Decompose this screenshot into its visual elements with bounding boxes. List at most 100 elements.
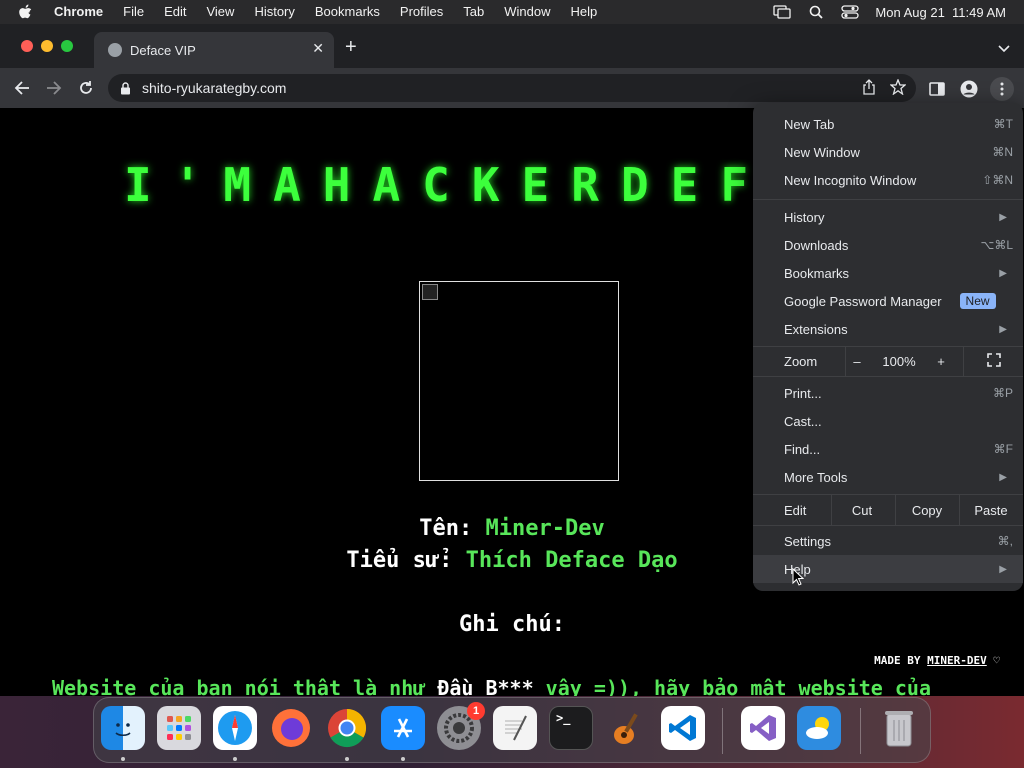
bookmark-star-icon[interactable]	[889, 78, 907, 98]
menubar-view[interactable]: View	[196, 0, 244, 24]
reload-icon[interactable]	[76, 78, 96, 98]
broken-image-frame	[419, 281, 619, 481]
terminal-icon[interactable]: >_	[549, 706, 593, 750]
side-panel-icon[interactable]	[926, 78, 948, 100]
notification-badge: 1	[467, 702, 485, 720]
menu-password-manager-label: Google Password Manager	[784, 293, 942, 309]
menu-separator	[753, 376, 1023, 377]
textedit-icon[interactable]	[493, 706, 537, 750]
running-indicator	[401, 757, 405, 761]
menu-downloads-label: Downloads	[784, 237, 849, 253]
forward-arrow-icon[interactable]	[44, 78, 64, 98]
message-start: Website của bạn nói thật là như	[52, 676, 438, 696]
firefox-icon[interactable]	[269, 706, 313, 750]
menubar-edit[interactable]: Edit	[154, 0, 196, 24]
submenu-arrow-icon: ▶	[999, 323, 1007, 335]
menu-find-shortcut: ⌘F	[993, 442, 1013, 456]
share-icon[interactable]	[862, 79, 876, 98]
profile-avatar-icon[interactable]	[958, 78, 980, 100]
address-bar[interactable]: shito-ryukarategby.com	[108, 74, 916, 102]
launchpad-icon[interactable]	[157, 706, 201, 750]
menu-new-incognito-window[interactable]: New Incognito Window ⇧⌘N	[753, 166, 1023, 194]
broken-image-icon	[422, 284, 438, 300]
back-arrow-icon[interactable]	[12, 78, 32, 98]
menubar-history[interactable]: History	[244, 0, 304, 24]
vscode-icon[interactable]	[661, 706, 705, 750]
tab-title: Deface VIP	[130, 42, 196, 58]
dock-separator	[860, 708, 861, 754]
trash-icon[interactable]	[877, 706, 921, 750]
new-tab-plus-icon[interactable]: +	[345, 37, 357, 57]
garageband-icon[interactable]	[605, 706, 649, 750]
menu-edit-row: Edit Cut Copy Paste	[753, 495, 1023, 525]
menubar-clock[interactable]: Mon Aug 21 11:49 AM	[875, 5, 1006, 20]
made-by-link[interactable]: MINER-DEV	[927, 654, 987, 667]
lock-icon[interactable]	[120, 81, 132, 95]
window-close-button[interactable]	[21, 40, 33, 52]
menubar-bookmarks[interactable]: Bookmarks	[305, 0, 390, 24]
tab-close-icon[interactable]: ✕	[312, 40, 324, 57]
running-indicator	[233, 757, 237, 761]
macos-dock: 1 >_	[93, 697, 931, 763]
running-indicator	[345, 757, 349, 761]
message-end: vậy =)), hãy bảo mật website của	[533, 676, 931, 696]
window-minimize-button[interactable]	[41, 40, 53, 52]
submenu-arrow-icon: ▶	[999, 563, 1007, 575]
menu-bookmarks[interactable]: Bookmarks ▶	[753, 259, 1023, 287]
menu-print-label: Print...	[784, 385, 822, 401]
menu-new-tab[interactable]: New Tab ⌘T	[753, 110, 1023, 138]
submenu-arrow-icon: ▶	[999, 471, 1007, 483]
finder-icon[interactable]	[101, 706, 145, 750]
menu-find[interactable]: Find... ⌘F	[753, 435, 1023, 463]
menu-new-window-shortcut: ⌘N	[992, 145, 1013, 159]
screen-mirroring-icon[interactable]	[773, 5, 792, 19]
menubar-file[interactable]: File	[113, 0, 154, 24]
visual-studio-icon[interactable]	[741, 706, 785, 750]
menu-cut-button[interactable]: Cut	[829, 503, 895, 518]
menu-edit-label: Edit	[784, 502, 807, 518]
menu-new-window[interactable]: New Window ⌘N	[753, 138, 1023, 166]
spotlight-search-icon[interactable]	[807, 5, 825, 19]
made-by-prefix: MADE BY	[874, 654, 928, 667]
menu-downloads-shortcut: ⌥⌘L	[980, 238, 1013, 252]
browser-tab-active[interactable]: Deface VIP ✕	[94, 32, 334, 68]
menu-cast[interactable]: Cast...	[753, 407, 1023, 435]
control-center-icon[interactable]	[841, 5, 860, 19]
zoom-in-button[interactable]: +	[929, 354, 953, 369]
menubar-help[interactable]: Help	[561, 0, 608, 24]
chrome-menu-kebab-icon[interactable]	[990, 77, 1014, 101]
window-zoom-button[interactable]	[61, 40, 73, 52]
url-text[interactable]: shito-ryukarategby.com	[142, 80, 286, 96]
tab-search-chevron-icon[interactable]	[998, 40, 1010, 58]
apple-icon[interactable]	[18, 4, 38, 20]
menu-separator	[753, 199, 1023, 200]
menu-print[interactable]: Print... ⌘P	[753, 379, 1023, 407]
fullscreen-icon[interactable]	[987, 353, 1001, 367]
weather-icon[interactable]	[797, 706, 841, 750]
menu-more-tools[interactable]: More Tools ▶	[753, 463, 1023, 491]
menu-extensions[interactable]: Extensions ▶	[753, 315, 1023, 343]
menubar-tab[interactable]: Tab	[453, 0, 494, 24]
safari-icon[interactable]	[213, 706, 257, 750]
menu-downloads[interactable]: Downloads ⌥⌘L	[753, 231, 1023, 259]
chrome-icon[interactable]	[325, 706, 369, 750]
app-store-icon[interactable]	[381, 706, 425, 750]
name-label: Tên:	[419, 516, 486, 541]
menu-password-manager[interactable]: Google Password Manager New	[753, 287, 1023, 315]
mouse-cursor-icon	[792, 568, 804, 586]
menu-paste-button[interactable]: Paste	[959, 503, 1023, 518]
menubar-profiles[interactable]: Profiles	[390, 0, 453, 24]
zoom-divider	[845, 346, 846, 376]
edit-divider	[831, 495, 832, 525]
system-settings-icon[interactable]: 1	[437, 702, 485, 750]
zoom-out-button[interactable]: –	[845, 354, 869, 369]
deface-message: Website của bạn nói thật là như Đầu B***…	[52, 676, 931, 696]
menubar-app-name[interactable]: Chrome	[44, 0, 113, 24]
menu-copy-button[interactable]: Copy	[895, 503, 959, 518]
menubar-window[interactable]: Window	[494, 0, 560, 24]
name-value: Miner-Dev	[485, 516, 605, 541]
menu-settings[interactable]: Settings ⌘,	[753, 527, 1023, 555]
menu-history[interactable]: History ▶	[753, 203, 1023, 231]
page-title: I'MAHACKERDEFA	[124, 158, 820, 212]
menu-bookmarks-label: Bookmarks	[784, 265, 850, 281]
